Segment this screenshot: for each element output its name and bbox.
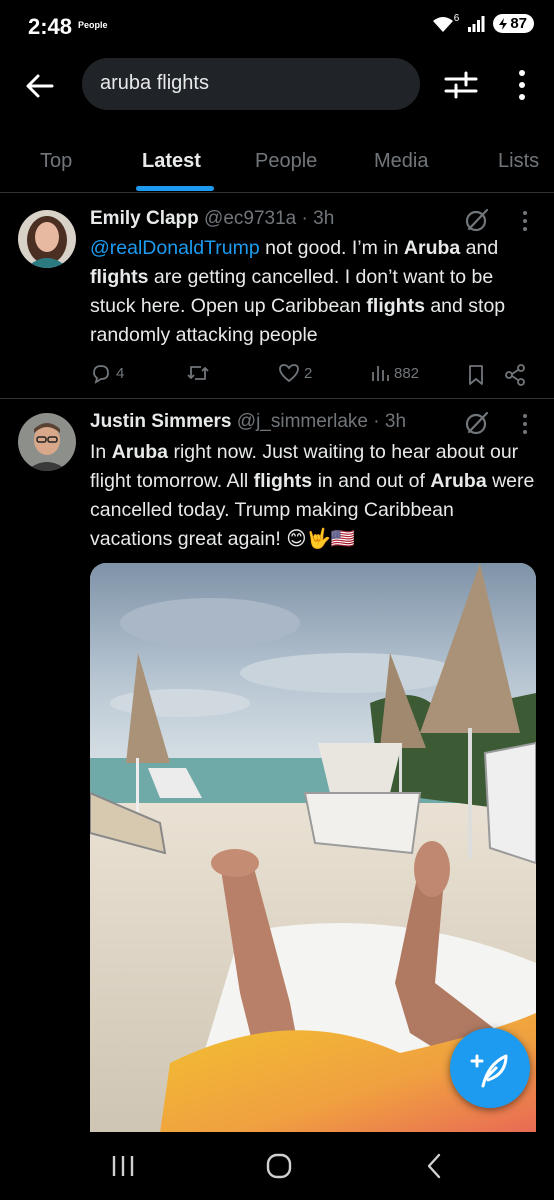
search-header: aruba flights bbox=[0, 58, 554, 112]
battery-saver-icon bbox=[499, 17, 508, 30]
reply-button[interactable]: 4 bbox=[90, 362, 124, 384]
tab-media[interactable]: Media bbox=[374, 150, 428, 173]
search-highlight: Aruba bbox=[430, 470, 487, 492]
clock: 2:48 bbox=[28, 14, 73, 39]
heart-icon bbox=[279, 364, 299, 383]
grok-icon[interactable] bbox=[464, 410, 490, 436]
search-filter-icon[interactable] bbox=[444, 70, 478, 100]
display-name[interactable]: Emily Clapp bbox=[90, 208, 199, 229]
tab-latest[interactable]: Latest bbox=[142, 150, 201, 173]
tweet-header: Justin Simmers @j_simmerlake · 3h bbox=[90, 411, 406, 433]
network-type: 6 bbox=[453, 13, 460, 24]
search-tabs: Top Latest People Media Lists bbox=[0, 130, 554, 193]
back-arrow-icon[interactable] bbox=[24, 70, 56, 102]
tweet-text: In Aruba right now. Just waiting to hear… bbox=[90, 438, 536, 554]
home-icon[interactable] bbox=[265, 1152, 293, 1180]
tweet-time: · 3h bbox=[301, 208, 335, 229]
tweet-text: @realDonaldTrump not good. I’m in Aruba … bbox=[90, 234, 536, 350]
search-input[interactable]: aruba flights bbox=[82, 58, 420, 110]
mention-link[interactable]: @realDonaldTrump bbox=[90, 237, 260, 259]
tab-top[interactable]: Top bbox=[40, 150, 72, 173]
text-segment: in and out of bbox=[312, 470, 431, 492]
status-bar: 2:48 People 6 87 bbox=[0, 0, 554, 52]
search-highlight: Aruba bbox=[403, 237, 461, 259]
user-handle[interactable]: @ec9731a bbox=[204, 208, 296, 229]
system-icons: 6 87 bbox=[432, 13, 534, 33]
reply-count: 4 bbox=[116, 364, 125, 382]
like-button[interactable]: 2 bbox=[278, 362, 312, 384]
views-button[interactable]: 882 bbox=[370, 362, 419, 384]
search-highlight: flights bbox=[253, 470, 313, 492]
views-icon bbox=[372, 366, 389, 381]
tab-people[interactable]: People bbox=[255, 150, 317, 173]
retweet-icon bbox=[187, 366, 209, 380]
tweet-more-icon[interactable] bbox=[520, 210, 530, 232]
battery-level: 87 bbox=[510, 15, 527, 32]
like-count: 2 bbox=[304, 364, 313, 382]
people-app-indicator: People bbox=[78, 20, 108, 30]
tab-lists[interactable]: Lists bbox=[498, 150, 539, 173]
bookmark-icon[interactable] bbox=[466, 364, 486, 386]
tweet-more-icon[interactable] bbox=[520, 413, 530, 435]
user-handle[interactable]: @j_simmerlake bbox=[237, 411, 368, 432]
tweet-time: · 3h bbox=[373, 411, 407, 432]
views-count: 882 bbox=[394, 364, 420, 382]
wifi-icon bbox=[432, 16, 453, 32]
emoji: 😊🤟🇺🇸 bbox=[286, 528, 356, 550]
text-segment: In bbox=[90, 441, 112, 463]
system-nav-bar bbox=[0, 1132, 554, 1200]
search-highlight: flights bbox=[90, 266, 149, 288]
more-options-icon[interactable] bbox=[508, 68, 536, 102]
search-highlight: flights bbox=[366, 295, 425, 317]
text-segment: and bbox=[460, 237, 499, 259]
signal-icon bbox=[468, 15, 485, 32]
avatar[interactable] bbox=[18, 413, 76, 471]
back-nav-icon[interactable] bbox=[424, 1152, 444, 1180]
search-highlight: Aruba bbox=[111, 441, 169, 463]
recent-apps-icon[interactable] bbox=[110, 1154, 136, 1178]
retweet-button[interactable] bbox=[186, 362, 214, 384]
reply-icon bbox=[93, 365, 109, 384]
tweet[interactable]: Emily Clapp @ec9731a · 3h @realDonaldTru… bbox=[0, 194, 554, 398]
compose-feather-icon bbox=[470, 1054, 508, 1088]
search-query: aruba flights bbox=[100, 72, 209, 94]
compose-button[interactable] bbox=[450, 1028, 530, 1108]
active-tab-indicator bbox=[136, 186, 214, 191]
tweet-actions: 4 2 882 bbox=[90, 362, 534, 390]
share-icon[interactable] bbox=[504, 364, 526, 386]
text-segment: not good. I’m in bbox=[259, 237, 404, 259]
tweet-header: Emily Clapp @ec9731a · 3h bbox=[90, 208, 334, 230]
battery-indicator: 87 bbox=[493, 14, 534, 33]
grok-icon[interactable] bbox=[464, 207, 490, 233]
display-name[interactable]: Justin Simmers bbox=[90, 411, 232, 432]
avatar[interactable] bbox=[18, 210, 76, 268]
